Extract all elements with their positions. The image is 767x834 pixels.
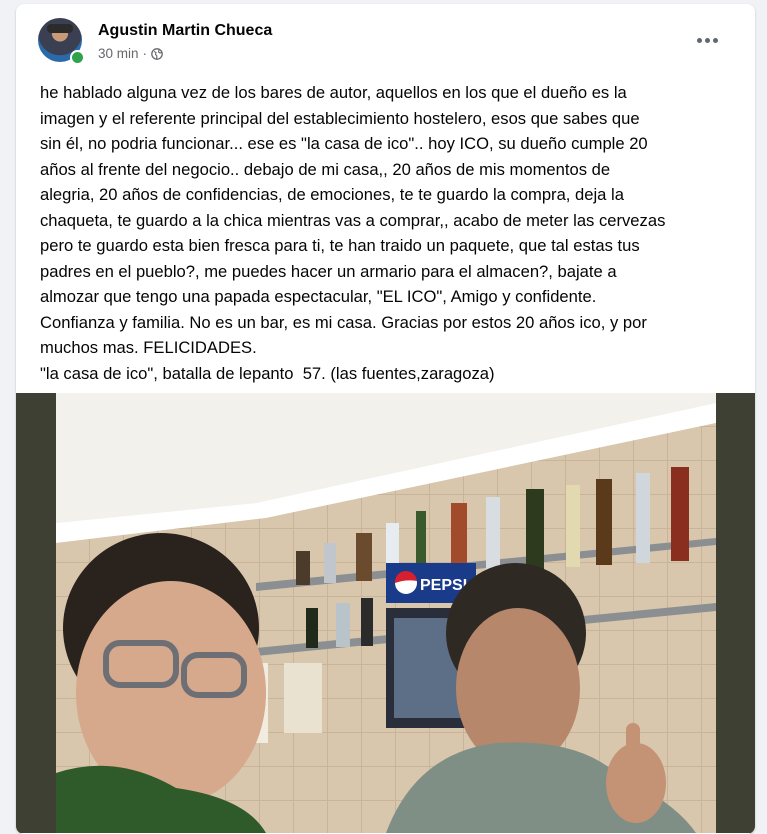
online-status-icon [70,50,85,65]
post-timestamp[interactable]: 30 min [98,46,139,61]
post-meta: 30 min · [98,46,163,61]
post-photo-frame[interactable]: PEPSI [16,393,755,833]
author-name[interactable]: Agustin Martin Chueca [98,22,272,40]
post-header: Agustin Martin Chueca 30 min · [16,4,755,70]
meta-separator: · [142,46,148,61]
more-options-icon[interactable] [689,28,725,52]
post-photo[interactable]: PEPSI [56,393,716,833]
globe-icon[interactable] [151,47,163,60]
post-text: he hablado alguna vez de los bares de au… [40,83,666,383]
avatar-hat [47,24,73,33]
post-card: Agustin Martin Chueca 30 min · he hablad… [16,4,755,834]
